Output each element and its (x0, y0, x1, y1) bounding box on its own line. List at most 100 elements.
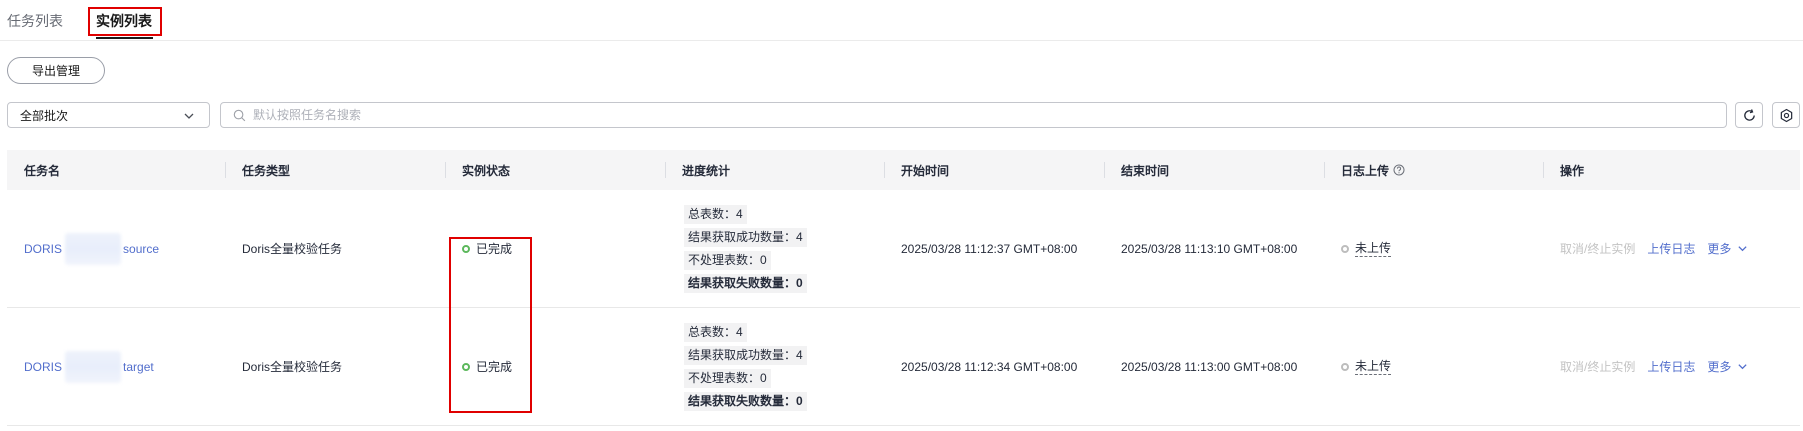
cell-task-type: Doris全量校验任务 (225, 190, 445, 307)
status-ring-icon (1341, 362, 1349, 371)
export-management-label: 导出管理 (31, 64, 80, 78)
more-actions-label: 更多 (1707, 242, 1732, 256)
task-name-link[interactable]: DORIS source (24, 232, 160, 265)
search-input[interactable] (253, 103, 1713, 127)
refresh-icon (1743, 108, 1755, 121)
progress-label: 不处理表数： (688, 252, 761, 267)
cell-log-upload: 未上传 (1324, 308, 1543, 425)
chevron-down-icon (184, 113, 194, 119)
column-header-label: 操作 (1560, 163, 1585, 178)
redaction-blur (65, 232, 122, 265)
progress-label: 结果获取失败数量： (688, 393, 797, 408)
progress-success-tag: 结果获取成功数量：4 (684, 345, 807, 365)
progress-value: 4 (736, 324, 743, 339)
column-header-label: 任务名 (24, 163, 61, 178)
status-ring-icon (462, 362, 470, 371)
search-icon (233, 109, 246, 122)
settings-button[interactable] (1772, 102, 1800, 128)
active-tab-indicator (96, 37, 153, 39)
more-actions-label: 更多 (1707, 360, 1732, 374)
progress-label: 结果获取成功数量： (688, 229, 797, 244)
column-header-start-time: 开始时间 (884, 150, 1104, 190)
column-header-label: 实例状态 (462, 163, 511, 178)
progress-value: 0 (760, 252, 767, 267)
progress-label: 不处理表数： (688, 370, 761, 385)
chevron-down-icon (1738, 364, 1747, 370)
tab-task-list[interactable]: 任务列表 (7, 10, 63, 32)
cell-progress: 总表数：4 结果获取成功数量：4 不处理表数：0 结果获取失败数量：0 (665, 308, 884, 425)
instance-status-text: 已完成 (476, 360, 513, 374)
task-name-prefix: DORIS (24, 241, 63, 256)
progress-value: 0 (760, 370, 767, 385)
cancel-instance-button[interactable]: 取消/终止实例 (1560, 240, 1635, 257)
column-header-label: 进度统计 (682, 163, 731, 178)
cell-task-name: DORIS target (7, 308, 225, 425)
search-box[interactable] (220, 102, 1727, 128)
chevron-down-icon (1738, 246, 1747, 252)
export-management-button[interactable]: 导出管理 (7, 57, 105, 84)
cell-end-time: 2025/03/28 11:13:00 GMT+08:00 (1104, 308, 1324, 425)
end-time-text: 2025/03/28 11:13:10 GMT+08:00 (1121, 241, 1298, 256)
status-ring-icon (462, 244, 470, 253)
progress-failed-tag: 结果获取失败数量：0 (684, 273, 807, 293)
table-header: 任务名 任务类型 实例状态 进度统计 开始时间 结束时间 日志上传 操作 (7, 150, 1800, 190)
progress-skipped-tag: 不处理表数：0 (684, 368, 771, 388)
log-upload-status[interactable]: 未上传 (1355, 359, 1392, 375)
cell-task-type: Doris全量校验任务 (225, 308, 445, 425)
column-header-label: 结束时间 (1121, 163, 1170, 178)
progress-failed-tag: 结果获取失败数量：0 (684, 391, 807, 411)
cell-task-name: DORIS source (7, 190, 225, 307)
cell-log-upload: 未上传 (1324, 190, 1543, 307)
progress-value: 4 (736, 206, 743, 221)
cell-actions: 取消/终止实例 上传日志 更多 (1543, 308, 1800, 425)
upload-log-link[interactable]: 上传日志 (1647, 240, 1695, 257)
progress-total-tag: 总表数：4 (684, 322, 747, 342)
help-circle-icon[interactable] (1393, 164, 1405, 176)
column-header-label: 任务类型 (242, 163, 291, 178)
batch-filter-select[interactable]: 全部批次 (7, 102, 210, 128)
cancel-instance-button[interactable]: 取消/终止实例 (1560, 358, 1635, 375)
upload-log-link[interactable]: 上传日志 (1647, 358, 1695, 375)
cell-end-time: 2025/03/28 11:13:10 GMT+08:00 (1104, 190, 1324, 307)
progress-label: 结果获取成功数量： (688, 347, 797, 362)
table-row: DORIS source Doris全量校验任务 已完成 总表数：4 结果获取成功… (7, 190, 1800, 308)
column-header-log-upload: 日志上传 (1324, 150, 1543, 190)
column-header-actions: 操作 (1543, 150, 1800, 190)
cell-start-time: 2025/03/28 11:12:37 GMT+08:00 (884, 190, 1104, 307)
cell-instance-status: 已完成 (445, 190, 665, 307)
progress-total-tag: 总表数：4 (684, 204, 747, 224)
task-type-text: Doris全量校验任务 (242, 360, 343, 374)
gear-icon (1780, 108, 1792, 122)
task-type-text: Doris全量校验任务 (242, 242, 343, 256)
column-header-label: 日志上传 (1341, 163, 1390, 178)
instance-status-text: 已完成 (476, 242, 513, 256)
column-header-progress: 进度统计 (665, 150, 884, 190)
batch-filter-value: 全部批次 (20, 108, 69, 123)
redaction-blur (65, 350, 122, 383)
column-header-task-name: 任务名 (7, 150, 225, 190)
progress-label: 结果获取失败数量： (688, 275, 797, 290)
log-upload-status[interactable]: 未上传 (1355, 241, 1392, 257)
refresh-button[interactable] (1735, 102, 1763, 128)
cell-instance-status: 已完成 (445, 308, 665, 425)
progress-value: 0 (796, 275, 803, 290)
table-row: DORIS target Doris全量校验任务 已完成 总表数：4 结果获取成功… (7, 308, 1800, 426)
start-time-text: 2025/03/28 11:12:37 GMT+08:00 (901, 241, 1078, 256)
end-time-text: 2025/03/28 11:13:00 GMT+08:00 (1121, 359, 1298, 374)
progress-value: 0 (796, 393, 803, 408)
start-time-text: 2025/03/28 11:12:34 GMT+08:00 (901, 359, 1078, 374)
progress-label: 总表数： (688, 206, 737, 221)
column-header-end-time: 结束时间 (1104, 150, 1324, 190)
more-actions-dropdown[interactable]: 更多 (1707, 358, 1748, 375)
task-name-link[interactable]: DORIS target (24, 350, 154, 383)
task-name-suffix: target (123, 359, 154, 374)
instance-table: 任务名 任务类型 实例状态 进度统计 开始时间 结束时间 日志上传 操作 DOR… (7, 150, 1800, 426)
task-name-suffix: source (123, 241, 160, 256)
tab-instance-list[interactable]: 实例列表 (96, 10, 152, 32)
column-header-label: 开始时间 (901, 163, 950, 178)
progress-skipped-tag: 不处理表数：0 (684, 250, 771, 270)
cell-start-time: 2025/03/28 11:12:34 GMT+08:00 (884, 308, 1104, 425)
cell-actions: 取消/终止实例 上传日志 更多 (1543, 190, 1800, 307)
more-actions-dropdown[interactable]: 更多 (1707, 240, 1748, 257)
progress-label: 总表数： (688, 324, 737, 339)
